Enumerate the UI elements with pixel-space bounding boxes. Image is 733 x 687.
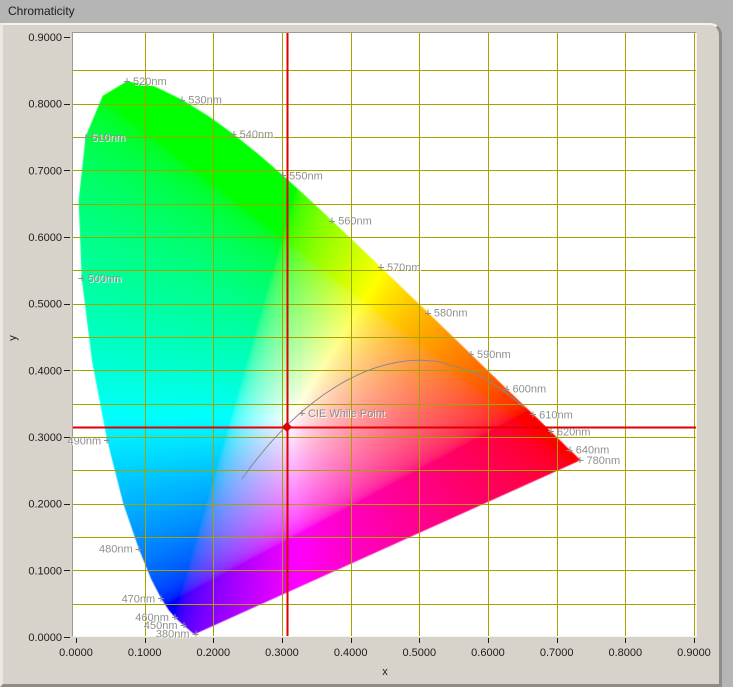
chromaticity-gamut-canvas: [73, 33, 696, 636]
title-bar: Chromaticity: [0, 0, 733, 23]
window-title: Chromaticity: [8, 4, 75, 18]
chromaticity-window: { "window": { "title": "Chromaticity" },…: [0, 0, 733, 687]
